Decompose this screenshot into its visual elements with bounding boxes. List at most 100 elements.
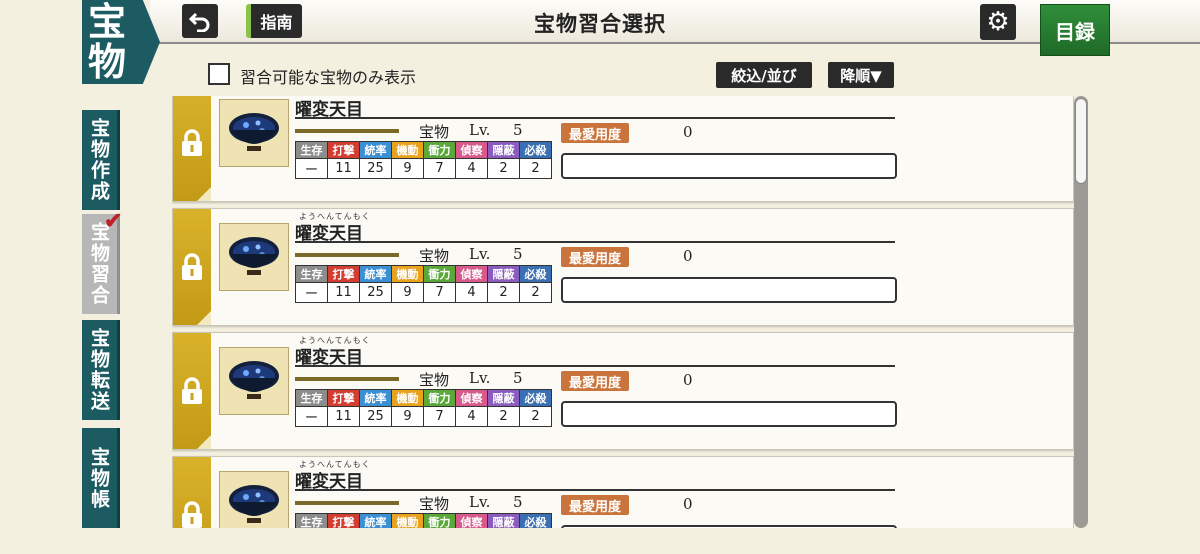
side-tab-book[interactable]: 宝物帳 [82, 428, 120, 528]
stat-header: 隠蔽 [487, 513, 520, 528]
order-button[interactable]: 降順▼ [828, 62, 894, 88]
stats-table: 生存打撃統率機動衝力偵察隠蔽必殺 ー112597422 [295, 513, 552, 528]
level-label: Lv. [469, 493, 491, 511]
grade-bar [295, 129, 399, 133]
stat-header: 衝力 [423, 513, 456, 528]
lock-icon [182, 129, 202, 156]
stat-value: 25 [359, 158, 392, 179]
lock-toggle[interactable] [173, 457, 211, 528]
affection-value: 0 [683, 495, 693, 513]
stat-header: 統率 [359, 389, 392, 407]
affection-label: 最愛用度 [561, 371, 629, 391]
stat-value: 2 [519, 158, 552, 179]
lock-icon [182, 253, 202, 280]
item-kind: 宝物 [419, 371, 450, 389]
treasure-card[interactable]: ようへんてんもく 曜変天目 宝物 Lv. 5 最愛用度 0 生存打撃統率機動衝力… [172, 96, 1074, 202]
stat-value: ー [295, 158, 328, 179]
lock-toggle[interactable] [173, 209, 211, 325]
grade-bar [295, 377, 399, 381]
gear-icon: ⚙ [986, 7, 1010, 37]
stat-header: 隠蔽 [487, 265, 520, 283]
stat-value: 4 [455, 282, 488, 303]
treasure-list[interactable]: ようへんてんもく 曜変天目 宝物 Lv. 5 最愛用度 0 生存打撃統率機動衝力… [172, 96, 1074, 528]
stat-header: 統率 [359, 141, 392, 159]
item-kind: 宝物 [419, 495, 450, 513]
tea-bowl-thumbnail [219, 99, 289, 167]
level-label: Lv. [469, 121, 491, 139]
memo-field[interactable] [561, 401, 897, 427]
stat-header: 衝力 [423, 389, 456, 407]
stat-value: 2 [519, 282, 552, 303]
stat-header: 偵察 [455, 265, 488, 283]
treasure-card[interactable]: ようへんてんもく 曜変天目 宝物 Lv. 5 最愛用度 0 生存打撃統率機動衝力… [172, 208, 1074, 326]
stat-header: 統率 [359, 265, 392, 283]
undo-arrow-icon [189, 12, 210, 32]
stat-header: 必殺 [519, 141, 552, 159]
combinable-only-checkbox[interactable] [208, 63, 230, 85]
stat-header: 必殺 [519, 513, 552, 528]
stat-value: ー [295, 406, 328, 427]
stat-header: 偵察 [455, 141, 488, 159]
stat-header: 機動 [391, 389, 424, 407]
combinable-only-label: 習合可能な宝物のみ表示 [240, 68, 417, 87]
level-label: Lv. [469, 245, 491, 263]
treasure-card[interactable]: ようへんてんもく 曜変天目 宝物 Lv. 5 最愛用度 0 生存打撃統率機動衝力… [172, 332, 1074, 450]
lock-toggle[interactable] [173, 96, 211, 201]
affection-label: 最愛用度 [561, 123, 629, 143]
stat-value: 4 [455, 406, 488, 427]
stat-header: 打撃 [327, 389, 360, 407]
stats-table: 生存打撃統率機動衝力偵察隠蔽必殺 ー112597422 [295, 389, 552, 427]
filter-sort-button[interactable]: 絞込/並び [716, 62, 812, 88]
lock-toggle[interactable] [173, 333, 211, 449]
memo-field[interactable] [561, 153, 897, 179]
back-button[interactable] [182, 4, 218, 38]
tea-bowl-icon [229, 485, 279, 523]
level-value: 5 [513, 493, 523, 511]
stat-value: 7 [423, 282, 456, 303]
page-title: 宝物習合選択 [534, 11, 666, 36]
tea-bowl-thumbnail [219, 347, 289, 415]
stats-table: 生存打撃統率機動衝力偵察隠蔽必殺 ー112597422 [295, 141, 552, 179]
stat-value: 7 [423, 158, 456, 179]
stat-header: 生存 [295, 513, 328, 528]
stats-table: 生存打撃統率機動衝力偵察隠蔽必殺 ー112597422 [295, 265, 552, 303]
scrollbar[interactable] [1074, 96, 1088, 528]
stat-header: 必殺 [519, 389, 552, 407]
level-label: Lv. [469, 369, 491, 387]
guide-button[interactable]: 指南 [246, 4, 302, 38]
stat-value: 9 [391, 158, 424, 179]
stat-value: 25 [359, 406, 392, 427]
lock-icon [182, 501, 202, 528]
stat-value: 11 [327, 158, 360, 179]
catalog-button[interactable]: 目録 [1040, 4, 1110, 56]
stat-value: 11 [327, 282, 360, 303]
item-kind: 宝物 [419, 123, 450, 141]
stat-header: 生存 [295, 389, 328, 407]
settings-button[interactable]: ⚙ [980, 4, 1016, 40]
stat-header: 打撃 [327, 141, 360, 159]
stat-header: 偵察 [455, 389, 488, 407]
stat-header: 機動 [391, 141, 424, 159]
stat-header: 隠蔽 [487, 141, 520, 159]
stat-value: 25 [359, 282, 392, 303]
logo-line-2: 物 [88, 39, 127, 84]
side-tab-create[interactable]: 宝物作成 [82, 110, 120, 210]
stat-header: 生存 [295, 141, 328, 159]
memo-field[interactable] [561, 277, 897, 303]
scroll-thumb[interactable] [1075, 98, 1087, 184]
stat-header: 打撃 [327, 513, 360, 528]
grade-bar [295, 253, 399, 257]
tea-bowl-icon [229, 113, 279, 151]
affection-label: 最愛用度 [561, 495, 629, 515]
affection-value: 0 [683, 123, 693, 141]
tea-bowl-thumbnail [219, 471, 289, 528]
stat-header: 隠蔽 [487, 389, 520, 407]
stat-header: 必殺 [519, 265, 552, 283]
memo-field[interactable] [561, 525, 897, 528]
level-value: 5 [513, 369, 523, 387]
stat-value: 11 [327, 406, 360, 427]
side-tab-transfer[interactable]: 宝物転送 [82, 320, 120, 420]
stat-value: 7 [423, 406, 456, 427]
treasure-card[interactable]: ようへんてんもく 曜変天目 宝物 Lv. 5 最愛用度 0 生存打撃統率機動衝力… [172, 456, 1074, 528]
affection-value: 0 [683, 371, 693, 389]
